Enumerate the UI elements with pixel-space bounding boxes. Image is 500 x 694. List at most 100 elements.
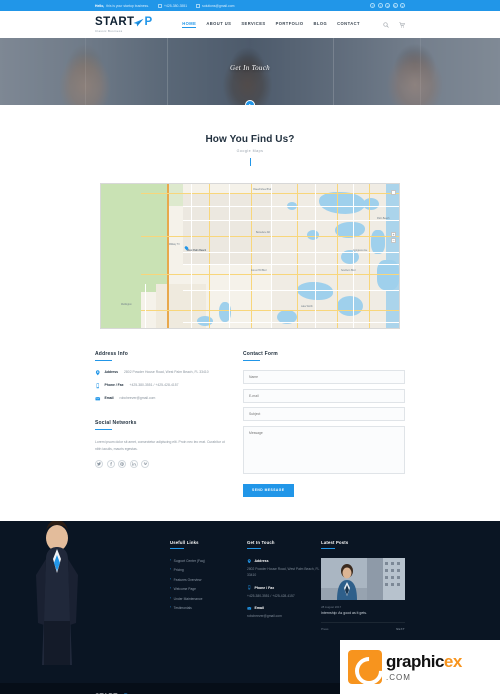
list-item: Email robcheever@gmail.com: [95, 396, 225, 402]
list-item: Email robcheever@gmail.com: [247, 606, 321, 620]
nav-item-home[interactable]: HOME: [182, 21, 197, 28]
nav-item-services[interactable]: SERVICES: [241, 21, 265, 28]
map-label: Belvedere Rd: [256, 231, 270, 234]
list-item: › Features Overview: [170, 577, 247, 582]
main-navigation: HOME ABOUT US SERVICES PORTFOLIO BLOG CO…: [182, 21, 405, 28]
footer-link[interactable]: Features Overview: [174, 578, 202, 582]
shopping-cart-icon[interactable]: [399, 21, 405, 28]
section-divider: [249, 157, 251, 166]
useful-links-list: › Support Center (Faq) › Pricing › Features…: [170, 557, 247, 610]
twitter-icon[interactable]: t: [377, 3, 383, 8]
social-icon-list: [95, 460, 225, 469]
footer-phone-value: +425-380-3551 / +425-428-4157: [247, 593, 295, 598]
post-title[interactable]: Internship: As good as it gets.: [321, 611, 405, 616]
phone-label: Phone / Fax: [104, 383, 124, 388]
scroll-down-icon[interactable]: [245, 100, 255, 105]
send-message-button[interactable]: SEND MESSAGE: [243, 483, 294, 497]
linkedin-icon[interactable]: [129, 460, 138, 469]
site-logo[interactable]: START P Classic Business: [95, 16, 153, 33]
footer-address-label: Address: [254, 558, 269, 563]
address-info-title: Address Info: [95, 350, 128, 357]
footer-link[interactable]: Support Center (Faq): [174, 559, 205, 563]
facebook-icon[interactable]: [106, 460, 115, 469]
google-plus-icon[interactable]: g: [385, 3, 391, 8]
latest-posts-title: Latest Posts: [321, 539, 349, 545]
facebook-icon[interactable]: f: [370, 3, 376, 8]
phone-icon: [158, 3, 163, 8]
nav-item-portfolio[interactable]: PORTFOLIO: [276, 21, 304, 28]
bullet-icon: ›: [170, 586, 172, 591]
map-canvas: Okeechobee Blvd Belvedere Rd Forest Hill…: [101, 183, 399, 328]
section-subtitle: Google Maps: [236, 148, 264, 153]
site-header: START P Classic Business HOME ABOUT US S…: [0, 11, 500, 38]
topbar-greeting: Hello, this is your startup business.: [95, 4, 149, 8]
map-zoom-out-button[interactable]: −: [391, 237, 396, 243]
nav-item-blog[interactable]: BLOG: [314, 21, 328, 28]
message-field[interactable]: [243, 425, 405, 474]
bullet-icon: ›: [170, 605, 172, 610]
footer-link[interactable]: Pricing: [174, 568, 184, 572]
map-zoom-in-button[interactable]: +: [391, 231, 396, 237]
linkedin-icon[interactable]: in: [392, 3, 398, 8]
post-next-button[interactable]: NEXT: [396, 627, 405, 631]
map-fullscreen-button[interactable]: [391, 189, 396, 195]
list-item: › Welcome Page: [170, 587, 247, 591]
nav-item-about-us[interactable]: ABOUT US: [206, 21, 231, 28]
subject-field[interactable]: [243, 407, 405, 422]
vimeo-icon[interactable]: [141, 460, 149, 469]
topbar-social-links: f t g in v: [370, 3, 405, 8]
list-item: › Testimonials: [170, 606, 247, 610]
footer-get-in-touch: Get In Touch Address 2802 Powder House R…: [247, 540, 321, 632]
name-field[interactable]: [243, 370, 405, 385]
list-item: Phone / Fax +425-380-3551 / +425-428-415…: [247, 585, 321, 599]
google-map[interactable]: Okeechobee Blvd Belvedere Rd Forest Hill…: [100, 182, 400, 329]
footer-link[interactable]: Testimonials: [174, 606, 192, 610]
map-label: Congress Ave: [353, 249, 368, 252]
envelope-icon: [247, 606, 252, 611]
bullet-icon: ›: [170, 557, 172, 562]
footer-useful-links: Usefull Links › Support Center (Faq) › Pri…: [170, 540, 247, 632]
greeting-bold: Hello,: [95, 3, 105, 8]
email-field[interactable]: [243, 388, 405, 403]
vimeo-icon[interactable]: v: [400, 3, 405, 8]
footer-latest-posts: Latest Posts 28 August 2017 Internship: …: [321, 539, 405, 632]
envelope-icon: [95, 396, 101, 402]
map-label: Military Trl: [169, 243, 180, 246]
right-column: Contact Form SEND MESSAGE: [243, 351, 405, 497]
footer-link[interactable]: Under Maintenance: [174, 597, 203, 601]
map-label: Wellington: [121, 303, 132, 306]
footer-phone-label: Phone / Fax: [254, 585, 275, 590]
contact-form-title: Contact Form: [243, 350, 278, 357]
social-networks-divider: [95, 429, 112, 431]
get-in-touch-divider: [247, 547, 262, 549]
get-in-touch-title: Get In Touch: [247, 539, 275, 545]
pinterest-icon[interactable]: [118, 460, 126, 469]
map-label: Southern Blvd: [341, 269, 356, 272]
map-label: Lake Worth: [301, 305, 313, 308]
footer-email-label: Email: [254, 606, 264, 611]
nav-item-contact[interactable]: CONTACT: [337, 21, 360, 28]
footer-link[interactable]: Welcome Page: [174, 587, 196, 591]
search-icon[interactable]: [383, 21, 389, 28]
phone-icon: [95, 383, 101, 389]
useful-links-title: Usefull Links: [170, 539, 199, 545]
twitter-icon[interactable]: [95, 460, 103, 469]
topbar-email[interactable]: solutions@gmail.com: [196, 3, 235, 8]
logo-text-start: START: [95, 16, 135, 29]
phone-icon: [247, 585, 252, 590]
list-item: Address 2802 Powder House Road, West Pal…: [247, 558, 321, 579]
watermark-sub-text: .COM: [386, 673, 411, 682]
contact-form-divider: [243, 359, 260, 361]
hero-banner: Get In Touch: [0, 38, 500, 105]
topbar-email-text: solutions@gmail.com: [202, 3, 235, 8]
address-info-block: Address Info Address 2802 Powder House R…: [95, 351, 225, 403]
post-thumbnail[interactable]: [321, 557, 405, 600]
left-column: Address Info Address 2802 Powder House R…: [95, 351, 225, 497]
post-tag: Press: [321, 627, 329, 632]
topbar-phone[interactable]: +425-380-3551: [158, 3, 187, 8]
useful-links-divider: [170, 547, 184, 549]
social-networks-copy: Lorem ipsum dolor sit amet, consectetur …: [95, 440, 225, 451]
watermark-overlay: graphicex .COM: [340, 640, 500, 694]
bullet-icon: ›: [170, 567, 172, 572]
watermark-main-text: graphicex: [386, 652, 462, 671]
